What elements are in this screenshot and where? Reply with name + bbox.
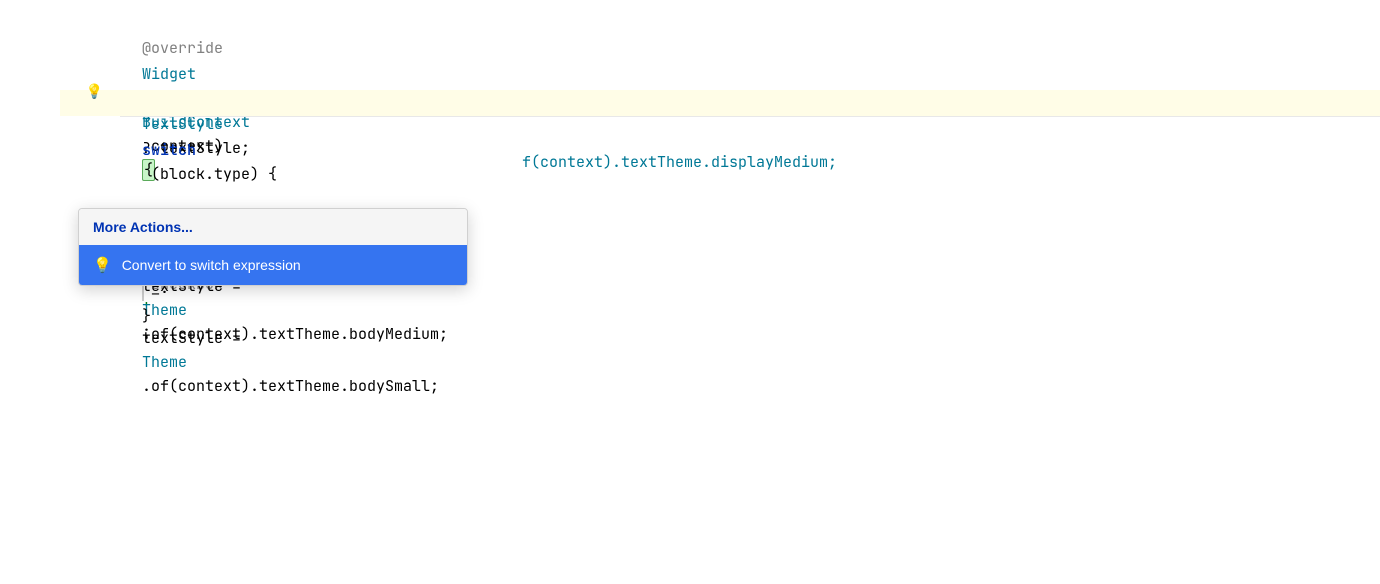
code-line-2: Widget build( BuildContext context) { xyxy=(60,38,1380,64)
code-line-8: textStyle = Theme .of(context).textTheme… xyxy=(60,178,1380,204)
code-line-3: TextStyle ? textStyle; xyxy=(60,64,1380,90)
more-actions-header[interactable]: More Actions... xyxy=(79,209,467,245)
code-area: @override Widget build( BuildContext con… xyxy=(0,12,1380,282)
code-line-5 xyxy=(60,116,1380,124)
more-actions-label: More Actions... xyxy=(93,219,193,235)
lightbulb-icon[interactable]: 💡 xyxy=(86,81,103,103)
line-number-7 xyxy=(60,152,115,178)
line-number-8 xyxy=(60,178,115,204)
line-number-2 xyxy=(60,38,115,64)
close-brace-11: } xyxy=(142,306,151,326)
context-menu: More Actions... 💡 Convert to switch expr… xyxy=(78,208,468,286)
editor: @override Widget build( BuildContext con… xyxy=(0,0,1380,584)
convert-switch-expression-item[interactable]: 💡 Convert to switch expression xyxy=(79,245,467,285)
line-number-4: 💡 xyxy=(60,90,115,116)
line-number-1 xyxy=(60,12,115,38)
code-line-4: 💡 switch (block.type) { xyxy=(60,90,1380,116)
code-line-6: f(context).textTheme.displayMedium; xyxy=(60,126,1380,152)
code-line-1: @override xyxy=(60,12,1380,38)
code-line-7: case p || checkbox ' : xyxy=(60,152,1380,178)
convert-switch-label: Convert to switch expression xyxy=(122,254,301,276)
of-token-10: .of(context).textTheme.bodySmall; xyxy=(142,376,439,396)
bulb-icon: 💡 xyxy=(93,253,112,277)
theme-token-10: Theme xyxy=(142,352,187,372)
